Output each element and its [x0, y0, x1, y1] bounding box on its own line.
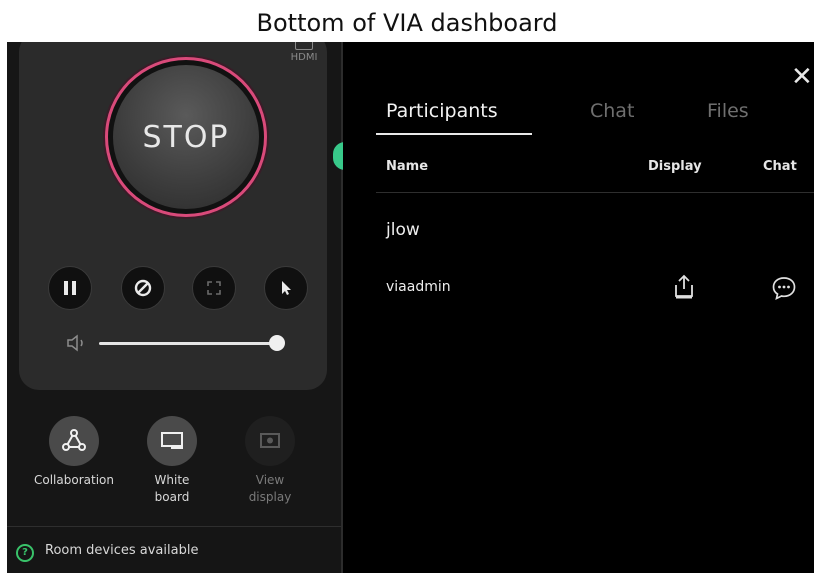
volume-slider-track[interactable]	[99, 342, 283, 345]
pause-button[interactable]	[48, 266, 92, 310]
participant-name: viaadmin	[386, 279, 451, 295]
view-display-icon	[260, 433, 280, 448]
stop-ring: STOP	[105, 57, 267, 217]
group-label: jlow	[386, 220, 420, 240]
column-display: Display	[648, 159, 702, 174]
volume-slider-handle[interactable]	[269, 335, 286, 351]
fullscreen-button[interactable]	[192, 266, 236, 310]
block-icon	[134, 279, 152, 297]
block-button[interactable]	[121, 266, 165, 310]
tab-participants[interactable]: Participants	[386, 100, 498, 122]
collaboration-button[interactable]	[49, 416, 99, 466]
speaker-icon[interactable]	[66, 333, 92, 353]
pause-icon	[64, 281, 76, 295]
participants-panel: ✕ Participants Chat Files Name Display C…	[343, 42, 814, 573]
hdmi-source[interactable]: HDMI	[286, 42, 322, 70]
status-text: Room devices available	[45, 543, 199, 558]
whiteboard-button[interactable]	[147, 416, 197, 466]
header-divider	[376, 192, 814, 193]
stop-button[interactable]: STOP	[113, 65, 259, 209]
pointer-button[interactable]	[264, 266, 308, 310]
status-bar: ? Room devices available	[7, 526, 341, 573]
hdmi-icon	[295, 42, 313, 50]
collaboration-label: Collaboration	[34, 473, 114, 487]
page-caption: Bottom of VIA dashboard	[256, 9, 558, 37]
chat-bubble-icon[interactable]	[771, 275, 797, 301]
pointer-icon	[282, 281, 291, 295]
collaboration-icon	[62, 429, 86, 451]
control-pane: HDMI STOP Collaboration White board View…	[7, 42, 343, 573]
via-dashboard: HDMI STOP Collaboration White board View…	[7, 42, 814, 573]
whiteboard-label: White board	[154, 473, 190, 504]
presentation-control-card: HDMI STOP	[19, 42, 327, 390]
view-display-button[interactable]	[245, 416, 295, 466]
whiteboard-icon	[161, 432, 183, 449]
room-devices-icon: ?	[16, 544, 34, 562]
column-chat: Chat	[763, 159, 797, 174]
tab-chat[interactable]: Chat	[590, 100, 634, 122]
fullscreen-icon	[207, 281, 221, 295]
share-display-icon[interactable]	[672, 274, 696, 300]
tab-files[interactable]: Files	[707, 100, 749, 122]
active-tab-indicator	[376, 133, 532, 135]
close-icon[interactable]: ✕	[791, 64, 813, 90]
column-name: Name	[386, 159, 429, 174]
view-display-label: View display	[248, 473, 292, 504]
hdmi-label: HDMI	[290, 52, 318, 63]
